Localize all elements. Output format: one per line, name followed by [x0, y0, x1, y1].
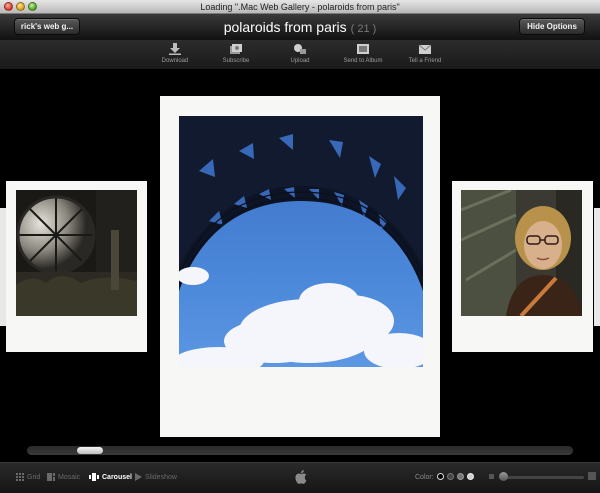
- color-dark-gray-swatch[interactable]: [447, 473, 454, 480]
- carousel-photo-center[interactable]: [160, 96, 440, 437]
- subscribe-button[interactable]: Subscribe: [206, 43, 266, 65]
- upload-icon: [294, 44, 306, 54]
- window-title: Loading ".Mac Web Gallery - polaroids fr…: [200, 2, 400, 12]
- view-grid-button[interactable]: Grid: [16, 472, 40, 484]
- view-mosaic-label: Mosaic: [58, 474, 81, 481]
- carousel-scrollbar-thumb[interactable]: [77, 447, 103, 454]
- color-gray-swatch[interactable]: [457, 473, 464, 480]
- view-grid-label: Grid: [27, 474, 41, 481]
- view-slideshow-button[interactable]: Slideshow: [135, 472, 177, 484]
- photo-size-slider-knob[interactable]: [499, 472, 508, 481]
- carousel-icon: [89, 473, 99, 482]
- upload-label: Upload: [290, 58, 310, 64]
- color-black-swatch[interactable]: [437, 473, 444, 480]
- carousel-photo-left[interactable]: [6, 181, 147, 352]
- download-icon: [169, 43, 181, 55]
- view-options-bar: Grid Mosaic Carousel Slideshow Color:: [0, 462, 600, 493]
- view-carousel-button[interactable]: Carousel: [89, 472, 132, 484]
- carousel-stage: [0, 70, 600, 462]
- send-to-album-label: Send to Album: [343, 58, 383, 64]
- size-small-icon: [489, 474, 494, 479]
- woman-portrait-photo: [461, 190, 582, 316]
- view-mosaic-button[interactable]: Mosaic: [47, 472, 80, 484]
- hide-options-button[interactable]: Hide Options: [519, 18, 585, 35]
- tell-a-friend-label: Tell a Friend: [408, 58, 442, 64]
- album-title: polaroids from paris( 21 ): [0, 18, 600, 38]
- carousel-photo-right[interactable]: [452, 181, 593, 352]
- color-light-gray-swatch[interactable]: [467, 473, 474, 480]
- play-icon: [135, 473, 142, 482]
- carousel-photo-partial-right[interactable]: [594, 208, 600, 326]
- view-slideshow-label: Slideshow: [145, 474, 177, 481]
- send-to-album-button[interactable]: Send to Album: [333, 43, 393, 65]
- size-large-icon: [588, 472, 596, 480]
- view-carousel-label: Carousel: [102, 474, 132, 481]
- eiffel-tower-photo: [179, 116, 423, 367]
- album-photo-count: ( 21 ): [350, 23, 377, 35]
- download-button[interactable]: Download: [145, 43, 205, 65]
- action-toolbar: Download Subscribe Upload Send to Album …: [0, 40, 600, 70]
- color-label: Color:: [415, 474, 434, 481]
- subscribe-label: Subscribe: [222, 58, 250, 64]
- envelope-icon: [418, 44, 432, 54]
- gallery-header: rick's web g... polaroids from paris( 21…: [0, 14, 600, 40]
- grid-icon: [16, 473, 24, 482]
- photo-size-slider[interactable]: [500, 476, 584, 479]
- clock-interior-photo: [16, 190, 137, 316]
- mosaic-icon: [47, 473, 55, 482]
- download-label: Download: [161, 58, 189, 64]
- send-to-album-icon: [357, 44, 369, 54]
- upload-button[interactable]: Upload: [270, 43, 330, 65]
- subscribe-icon: [230, 44, 242, 54]
- apple-logo-icon: [295, 470, 307, 484]
- window-title-bar: Loading ".Mac Web Gallery - polaroids fr…: [0, 0, 600, 14]
- tell-a-friend-button[interactable]: Tell a Friend: [395, 43, 455, 65]
- album-name: polaroids from paris: [223, 19, 347, 35]
- carousel-scrollbar[interactable]: [27, 446, 573, 455]
